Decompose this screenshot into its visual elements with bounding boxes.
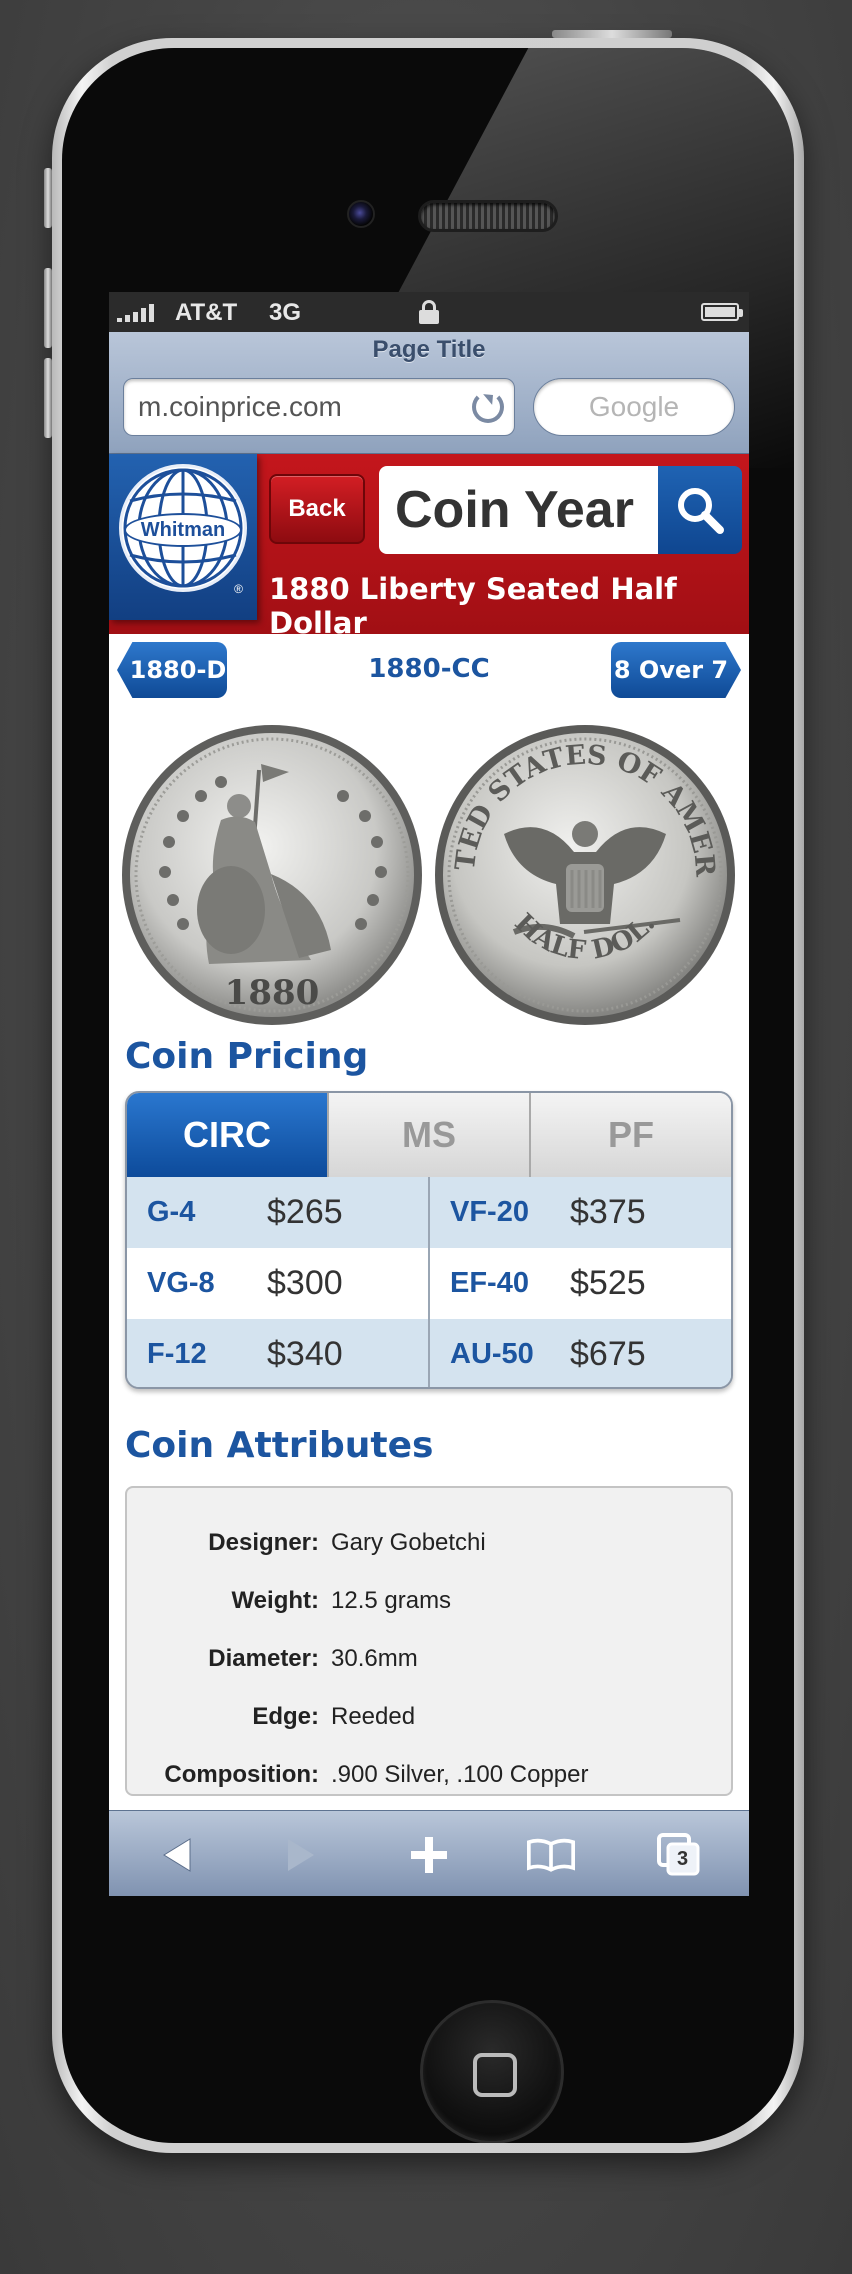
lock-icon bbox=[419, 300, 439, 324]
book-icon bbox=[527, 1838, 575, 1872]
table-row: F-12 $340 AU-50 $675 bbox=[127, 1319, 731, 1387]
carrier-label: AT&T bbox=[175, 299, 238, 326]
price-value: $300 bbox=[267, 1264, 343, 1302]
status-bar: AT&T 3G bbox=[109, 292, 749, 332]
tab-ms[interactable]: MS bbox=[327, 1093, 529, 1177]
registered-mark: ® bbox=[234, 582, 243, 596]
pricing-table: CIRC MS PF G-4 $265 VF-20 $375 VG-8 $300 EF… bbox=[125, 1091, 733, 1389]
attr-key: Weight: bbox=[231, 1587, 319, 1614]
phone-screen: AT&T 3G Page Title m.coinprice.com Googl… bbox=[109, 292, 749, 1896]
coin-variety-nav: 1880-D 1880-CC 8 Over 7 bbox=[109, 634, 749, 724]
network-label: 3G bbox=[269, 299, 302, 326]
search-icon bbox=[678, 488, 724, 534]
plus-icon bbox=[411, 1837, 447, 1873]
home-square-icon bbox=[473, 2053, 517, 2097]
mute-switch bbox=[44, 168, 52, 228]
tabs-button[interactable]: 3 bbox=[655, 1831, 703, 1879]
list-item: Designer: Gary Gobetchi bbox=[127, 1514, 731, 1572]
grade-label: VG-8 bbox=[147, 1267, 215, 1299]
bookmarks-button[interactable] bbox=[527, 1831, 575, 1879]
attr-key: Composition: bbox=[164, 1761, 319, 1788]
grade-label: EF-40 bbox=[450, 1267, 529, 1299]
battery-icon bbox=[701, 303, 743, 321]
google-search-field[interactable]: Google bbox=[533, 378, 735, 436]
price-value: $375 bbox=[570, 1193, 646, 1231]
obverse-date: 1880 bbox=[225, 973, 320, 1013]
site-header: Whitman ® Back Coin Year 1880 Liberty Se… bbox=[109, 454, 749, 640]
attr-key: Diameter: bbox=[208, 1645, 319, 1672]
price-value: $675 bbox=[570, 1335, 646, 1373]
table-row: G-4 $265 VF-20 $375 bbox=[127, 1177, 731, 1248]
front-camera-icon bbox=[347, 200, 375, 228]
whitman-logo[interactable]: Whitman ® bbox=[109, 454, 257, 620]
grade-label: VF-20 bbox=[450, 1196, 529, 1228]
volume-down-button bbox=[44, 358, 52, 438]
tab-circ[interactable]: CIRC bbox=[127, 1093, 327, 1177]
attr-key: Designer: bbox=[208, 1529, 319, 1556]
coin-reverse-image: UNITED STATES OF AMERICA HALF DOL. bbox=[434, 724, 735, 1025]
price-value: $340 bbox=[267, 1335, 343, 1373]
grade-label: AU-50 bbox=[450, 1338, 534, 1370]
list-item: Diameter: 30.6mm bbox=[127, 1630, 731, 1688]
browser-forward-button[interactable] bbox=[277, 1831, 325, 1879]
google-search-placeholder: Google bbox=[588, 391, 680, 422]
attr-value: Reeded bbox=[331, 1703, 416, 1730]
power-button bbox=[552, 30, 672, 38]
back-arrow-icon bbox=[163, 1838, 191, 1872]
attributes-panel: Designer: Gary Gobetchi Weight: 12.5 grams… bbox=[125, 1486, 733, 1796]
list-item: Edge: Reeded bbox=[127, 1688, 731, 1746]
list-item: Weight: 12.5 grams bbox=[127, 1572, 731, 1630]
tab-pf[interactable]: PF bbox=[529, 1093, 731, 1177]
attr-key: Edge: bbox=[252, 1703, 319, 1730]
reload-icon[interactable] bbox=[472, 391, 504, 423]
signal-strength-icon bbox=[117, 304, 154, 322]
tabs-count: 3 bbox=[677, 1848, 689, 1870]
attr-value: 12.5 grams bbox=[331, 1587, 452, 1614]
volume-up-button bbox=[44, 268, 52, 348]
page-title: Page Title bbox=[372, 336, 486, 363]
coin-images: 1880 UNITED STATES OF AMERICA bbox=[109, 724, 749, 1025]
browser-address-bar: Page Title m.coinprice.com Google bbox=[109, 332, 749, 454]
coin-attributes-heading: Coin Attributes bbox=[125, 1425, 434, 1466]
coin-search-input[interactable]: Coin Year bbox=[379, 466, 663, 554]
table-row: VG-8 $300 EF-40 $525 bbox=[127, 1248, 731, 1319]
browser-toolbar: 3 bbox=[109, 1810, 749, 1896]
url-text: m.coinprice.com bbox=[138, 391, 342, 422]
attr-value: Gary Gobetchi bbox=[331, 1529, 486, 1556]
earpiece-speaker bbox=[418, 200, 558, 232]
home-button[interactable] bbox=[420, 2000, 564, 2143]
coin-obverse-image: 1880 bbox=[122, 725, 422, 1025]
logo-text: Whitman bbox=[124, 513, 242, 547]
add-bookmark-button[interactable] bbox=[405, 1831, 453, 1879]
globe-icon: Whitman bbox=[119, 464, 247, 592]
url-field[interactable]: m.coinprice.com bbox=[123, 378, 515, 436]
grade-label: F-12 bbox=[147, 1338, 207, 1370]
coin-pricing-heading: Coin Pricing bbox=[125, 1036, 369, 1077]
next-variety-button[interactable]: 8 Over 7 bbox=[611, 642, 741, 698]
pricing-tabs: CIRC MS PF bbox=[127, 1093, 731, 1177]
back-button[interactable]: Back bbox=[269, 474, 365, 544]
attr-value: 30.6mm bbox=[331, 1645, 418, 1672]
attr-value: .900 Silver, .100 Copper bbox=[331, 1761, 589, 1788]
grade-label: G-4 bbox=[147, 1196, 196, 1228]
price-value: $525 bbox=[570, 1264, 646, 1302]
price-value: $265 bbox=[267, 1193, 343, 1231]
search-button[interactable] bbox=[658, 466, 742, 554]
list-item: Composition: .900 Silver, .100 Copper bbox=[127, 1746, 731, 1804]
coin-title: 1880 Liberty Seated Half Dollar bbox=[269, 572, 677, 640]
forward-arrow-icon bbox=[288, 1839, 314, 1871]
browser-back-button[interactable] bbox=[153, 1831, 201, 1879]
